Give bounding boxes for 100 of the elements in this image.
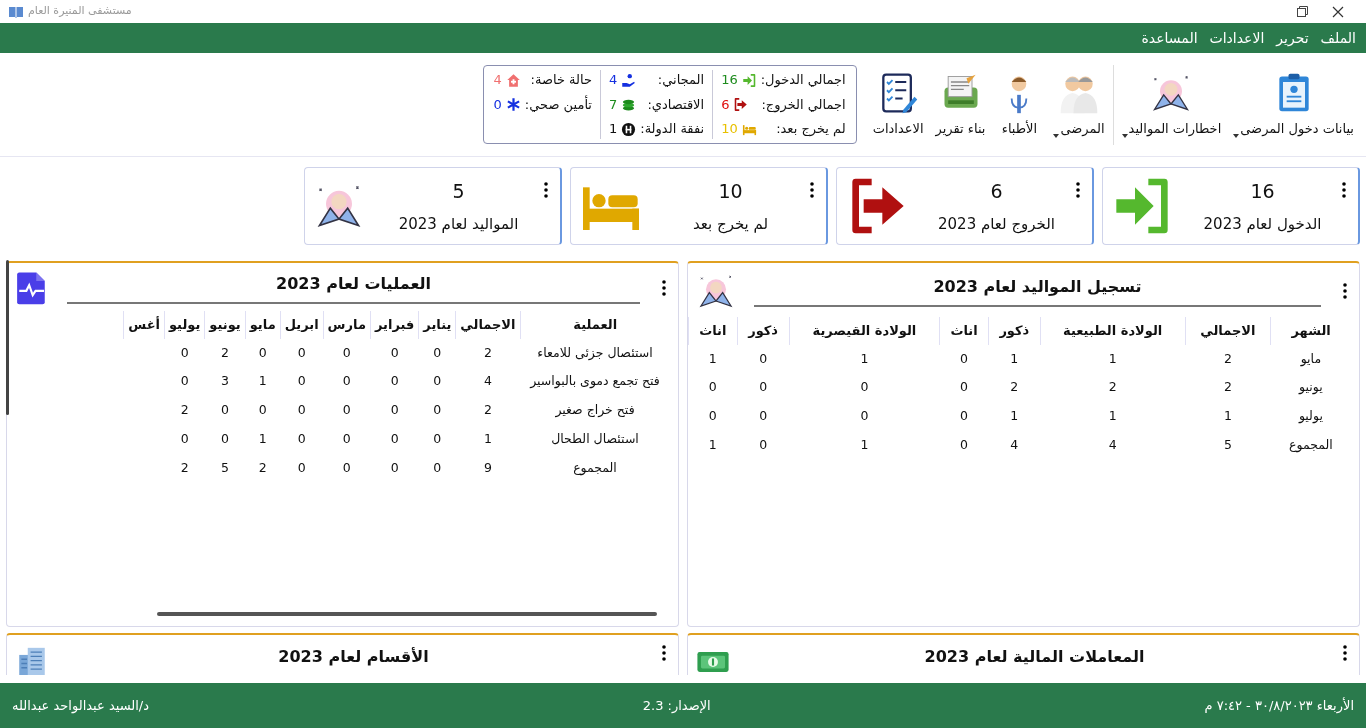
column-header: الشهر xyxy=(1270,317,1351,345)
table-cell-text: 1 xyxy=(1107,407,1118,425)
summary-label: لم يخرج بعد: xyxy=(775,120,846,139)
table-cell: 1 xyxy=(688,344,738,374)
table-cell-text: 0 xyxy=(341,458,352,477)
column-header: يوليو xyxy=(164,311,205,339)
stat-label: المواليد لعام 2023 xyxy=(398,214,519,235)
restore-icon[interactable] xyxy=(1297,6,1308,17)
stat-label: لم يخرج بعد xyxy=(692,214,769,236)
stat-value: 10 xyxy=(718,178,743,204)
table-cell: 0 xyxy=(737,344,790,374)
column-header: ذكور xyxy=(737,317,790,345)
table-cell: 0 xyxy=(418,338,456,368)
coins-icon xyxy=(621,97,637,112)
table-cell-text: 1 xyxy=(707,435,718,454)
asterisk-icon xyxy=(505,97,521,112)
column-header: الاجمالي xyxy=(455,311,520,339)
summary-label: تأمين صحي: xyxy=(524,94,592,115)
table-cell: 2 xyxy=(1185,344,1271,374)
panel-title: تسجيل المواليد لعام 2023 xyxy=(754,275,1321,307)
table-cell-text: 0 xyxy=(296,401,307,419)
panel-title: المعاملات المالية لعام 2023 xyxy=(923,646,1146,668)
table-cell: 0 xyxy=(370,338,419,368)
table-cell-text: 3 xyxy=(220,372,230,391)
toolbar-button[interactable]: اخطارات المواليد xyxy=(1117,68,1226,141)
table-cell-text: 9 xyxy=(482,458,493,477)
table-cell: 1 xyxy=(1040,344,1185,374)
menu-item[interactable]: تحرير xyxy=(1276,27,1309,49)
table-cell-text: 0 xyxy=(707,378,718,397)
summary-label: حالة خاصة: xyxy=(529,71,592,90)
hand-icon xyxy=(621,72,637,88)
column-header: يونيو xyxy=(204,311,246,339)
menu-item[interactable]: المساعدة xyxy=(1141,27,1198,49)
house-icon xyxy=(505,72,521,88)
column-header: الاجمالي xyxy=(1185,317,1271,345)
stat-label: الخروج لعام 2023 xyxy=(938,214,1055,236)
summary-value: 7 xyxy=(609,95,618,114)
table-cell-text: 0 xyxy=(707,407,718,425)
table-cell-text: 2 xyxy=(179,401,190,419)
stat-value: 5 xyxy=(452,178,465,204)
table-cell-text: 0 xyxy=(389,401,400,419)
summary-value: 0 xyxy=(493,95,502,114)
table-cell: 2 xyxy=(455,338,520,368)
toolbar-button[interactable]: المرضى xyxy=(1049,68,1109,141)
status-date: الأربعاء ٣٠/٨/٢٠٢٣ - ٧:٤٢ م xyxy=(1204,696,1354,716)
column-header: أغس xyxy=(123,311,165,339)
panel-title: الأقسام لعام 2023 xyxy=(277,646,430,668)
table-cell: 2 xyxy=(204,338,246,368)
scrollbar[interactable] xyxy=(157,612,657,616)
table-cell-text: 5 xyxy=(1222,435,1233,454)
table-cell-text: فتح خراج صغير xyxy=(554,401,636,420)
scrollbar[interactable] xyxy=(6,260,9,415)
toolbar-button[interactable]: الاعدادات xyxy=(868,68,928,141)
enter-icon xyxy=(741,72,757,88)
toolbar-button[interactable]: بيانات دخول المرضى xyxy=(1229,68,1358,141)
table-cell-text: 1 xyxy=(257,429,268,448)
table-cell: مايو xyxy=(1270,344,1351,374)
summary-value: 16 xyxy=(721,71,738,90)
table-cell-text: 0 xyxy=(758,378,769,397)
column-header: الولادة القيصرية xyxy=(789,317,940,345)
toolbar-button[interactable]: بناء تقرير xyxy=(931,68,990,141)
table-cell-text: 0 xyxy=(220,429,230,448)
table-cell-text: 4 xyxy=(482,372,493,391)
column-header: مارس xyxy=(323,311,371,339)
column-header: يناير xyxy=(418,311,456,339)
close-icon[interactable] xyxy=(1332,5,1344,18)
table-cell-text: 4 xyxy=(1009,435,1020,454)
table-cell: 0 xyxy=(939,344,989,374)
column-header: اناث xyxy=(688,317,738,345)
table-cell-text: 0 xyxy=(296,458,307,477)
table-cell-text: 0 xyxy=(220,401,230,419)
table-cell-text: 0 xyxy=(959,378,970,397)
toolbar-button[interactable]: الأطباء xyxy=(993,68,1046,141)
menu-item[interactable]: الملف xyxy=(1320,27,1356,49)
column-header: مايو xyxy=(245,311,281,339)
table-cell: 1 xyxy=(988,344,1041,374)
stat-value: 6 xyxy=(990,178,1003,204)
summary-value: 6 xyxy=(721,95,730,114)
table-cell-text: 0 xyxy=(341,401,352,419)
table-cell-text: 0 xyxy=(432,372,443,391)
summary-value: 4 xyxy=(609,71,618,90)
table-cell-text: 0 xyxy=(389,429,400,448)
table-cell-text: 0 xyxy=(959,435,970,454)
table-cell-text: 2 xyxy=(1009,378,1020,397)
summary-label: اجمالي الدخول: xyxy=(760,71,846,90)
table-cell: 0 xyxy=(245,338,281,368)
table-cell-text: 0 xyxy=(179,429,190,448)
table-cell-text: المجموع xyxy=(572,458,618,478)
summary-value: 10 xyxy=(721,120,738,139)
menu-item[interactable]: الاعدادات xyxy=(1209,27,1265,49)
column-header: فبراير xyxy=(370,311,419,339)
table-cell-text: 0 xyxy=(296,429,307,448)
table-cell-text: 4 xyxy=(1107,435,1118,454)
column-header: اناث xyxy=(939,317,989,345)
column-header: الولادة الطبيعية xyxy=(1040,317,1185,345)
table-cell-text: 0 xyxy=(341,429,352,448)
table-cell-text: 0 xyxy=(389,372,400,391)
table-cell-text: 0 xyxy=(257,401,268,419)
table-cell-text: 0 xyxy=(432,458,443,477)
table-cell: 1 xyxy=(789,344,940,374)
